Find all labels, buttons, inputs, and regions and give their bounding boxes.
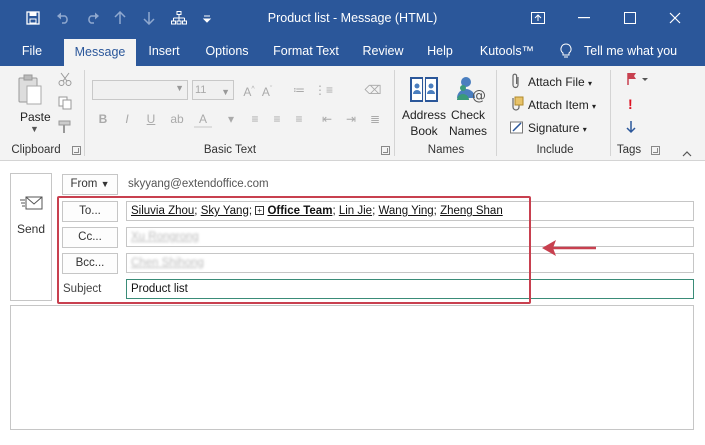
address-book-button[interactable]: Address bbox=[402, 108, 446, 122]
tab-message[interactable]: Message bbox=[64, 39, 136, 66]
paperclip-icon bbox=[510, 73, 522, 92]
cut-icon[interactable] bbox=[58, 72, 72, 89]
ribbon: Paste ▼ Clipboard ▼ 11 ▼ A^ Aˇ ≔ ⋮≡ ⌫ B I… bbox=[0, 66, 705, 161]
bullets-icon[interactable]: ≔ bbox=[290, 81, 308, 99]
check-names-button[interactable]: Check bbox=[446, 108, 490, 122]
separator bbox=[496, 70, 497, 156]
font-color-dropdown-icon[interactable]: ▾ bbox=[222, 110, 240, 128]
check-names-icon[interactable]: @ bbox=[454, 74, 486, 107]
address-book-label-2: Book bbox=[410, 124, 438, 138]
italic-icon[interactable]: I bbox=[118, 110, 136, 128]
undo-icon[interactable] bbox=[50, 0, 76, 36]
annotation-arrow-icon bbox=[540, 236, 600, 263]
separator bbox=[610, 70, 611, 156]
tab-insert[interactable]: Insert bbox=[140, 36, 188, 66]
hierarchy-icon[interactable] bbox=[166, 0, 192, 36]
align-right-icon[interactable]: ≡ bbox=[290, 110, 308, 128]
bold-icon[interactable]: B bbox=[94, 110, 112, 128]
ribbon-tabs: File Message Insert Options Format Text … bbox=[0, 36, 705, 66]
highlight-frame bbox=[57, 196, 531, 304]
attach-item-icon bbox=[510, 96, 524, 115]
down-arrow-icon[interactable] bbox=[136, 0, 162, 36]
message-body[interactable] bbox=[10, 305, 694, 430]
tags-launcher-icon[interactable] bbox=[651, 146, 660, 155]
paragraph-icon[interactable]: ≣ bbox=[366, 110, 384, 128]
separator bbox=[84, 70, 85, 156]
from-value: skyyang@extendoffice.com bbox=[128, 178, 269, 190]
tab-review[interactable]: Review bbox=[354, 36, 412, 66]
signature-button[interactable]: Signature ▾ bbox=[528, 121, 587, 135]
clear-formatting-icon[interactable]: ⌫ bbox=[364, 81, 382, 99]
tags-group-label: Tags bbox=[616, 144, 642, 156]
signature-dropdown-icon: ▾ bbox=[582, 125, 587, 134]
svg-text:@: @ bbox=[472, 88, 486, 104]
send-label: Send bbox=[16, 222, 46, 236]
close-icon[interactable] bbox=[655, 0, 695, 36]
tab-help[interactable]: Help bbox=[418, 36, 462, 66]
save-icon[interactable] bbox=[20, 0, 46, 36]
numbering-icon[interactable]: ⋮≡ bbox=[314, 81, 333, 99]
attach-file-button[interactable]: Attach File ▾ bbox=[528, 75, 592, 89]
from-dropdown-icon: ▼ bbox=[100, 179, 110, 189]
redo-icon[interactable] bbox=[80, 0, 106, 36]
high-importance-icon[interactable]: ! bbox=[628, 96, 633, 112]
attach-file-label: Attach File bbox=[528, 75, 585, 89]
tab-format-text[interactable]: Format Text bbox=[266, 36, 346, 66]
tab-file[interactable]: File bbox=[12, 36, 52, 66]
grow-font-icon[interactable]: A^ bbox=[240, 81, 258, 99]
format-painter-icon[interactable] bbox=[58, 120, 72, 137]
address-book-icon[interactable] bbox=[408, 74, 440, 107]
attach-item-button[interactable]: Attach Item ▾ bbox=[528, 98, 596, 112]
tab-kutools[interactable]: Kutools™ bbox=[470, 36, 544, 66]
attach-item-label: Attach Item bbox=[528, 98, 589, 112]
signature-label: Signature bbox=[528, 121, 580, 135]
align-left-icon[interactable]: ≡ bbox=[246, 110, 264, 128]
customize-icon[interactable] bbox=[194, 0, 220, 36]
maximize-icon[interactable] bbox=[610, 0, 650, 36]
signature-icon bbox=[510, 120, 524, 137]
basic-text-group-label: Basic Text bbox=[203, 144, 257, 156]
align-center-icon[interactable]: ≡ bbox=[268, 110, 286, 128]
title-bar: Product list - Message (HTML) bbox=[0, 0, 705, 36]
restore-icon[interactable] bbox=[518, 0, 558, 36]
attach-item-dropdown-icon: ▾ bbox=[592, 102, 597, 111]
names-group-label: Names bbox=[427, 144, 465, 156]
copy-icon[interactable] bbox=[58, 96, 72, 113]
tell-me-search[interactable]: Tell me what you bbox=[584, 36, 688, 66]
send-envelope-icon bbox=[20, 194, 44, 215]
underline-icon[interactable]: U bbox=[142, 110, 160, 128]
basic-text-launcher-icon[interactable] bbox=[381, 146, 390, 155]
send-button[interactable]: Send bbox=[10, 173, 52, 301]
font-size-value: 11 bbox=[195, 84, 207, 96]
font-name-combo[interactable]: ▼ bbox=[92, 80, 188, 100]
from-button[interactable]: From ▼ bbox=[62, 174, 118, 195]
shrink-font-icon[interactable]: Aˇ bbox=[258, 81, 276, 99]
font-size-combo[interactable]: 11 ▼ bbox=[192, 80, 234, 100]
from-label: From bbox=[70, 178, 98, 190]
check-names-label-2: Names bbox=[448, 124, 487, 138]
low-importance-icon[interactable] bbox=[626, 120, 636, 137]
separator bbox=[394, 70, 395, 156]
font-color-icon[interactable]: A bbox=[194, 110, 212, 128]
follow-up-flag-icon[interactable] bbox=[626, 72, 648, 89]
include-group-label: Include bbox=[536, 144, 574, 156]
clipboard-launcher-icon[interactable] bbox=[72, 146, 81, 155]
decrease-indent-icon[interactable]: ⇤ bbox=[318, 110, 336, 128]
lightbulb-icon[interactable] bbox=[556, 36, 576, 66]
increase-indent-icon[interactable]: ⇥ bbox=[342, 110, 360, 128]
up-arrow-icon[interactable] bbox=[107, 0, 133, 36]
paste-button[interactable]: Paste bbox=[20, 110, 51, 124]
paste-dropdown-icon[interactable]: ▼ bbox=[30, 124, 39, 134]
attach-file-dropdown-icon: ▾ bbox=[588, 79, 593, 88]
paste-icon[interactable] bbox=[16, 74, 44, 111]
clipboard-group-label: Clipboard bbox=[11, 144, 61, 156]
minimize-icon[interactable] bbox=[564, 0, 604, 36]
collapse-ribbon-icon[interactable] bbox=[682, 146, 692, 160]
highlight-color-icon[interactable]: ab bbox=[168, 110, 186, 128]
tab-options[interactable]: Options bbox=[196, 36, 258, 66]
